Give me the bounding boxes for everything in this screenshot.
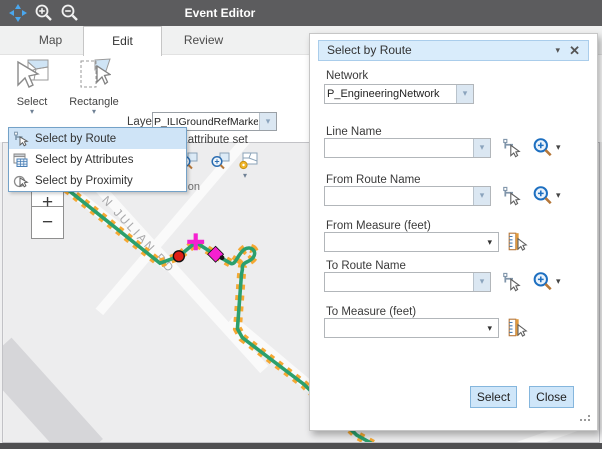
from-measure-dropdown-icon[interactable]: ▾ (487, 233, 492, 251)
select-tool-menu: Select by Route Select by Attributes Sel… (8, 127, 187, 192)
bottom-bar (0, 443, 602, 449)
network-combobox[interactable]: ▾ (324, 84, 474, 104)
panel-resize-grip[interactable] (578, 415, 590, 423)
select-by-attributes-icon (13, 152, 29, 168)
title-bar: Event Editor (0, 0, 602, 26)
to-measure-value[interactable] (327, 320, 476, 336)
select-tool-dropdown-icon[interactable]: ▾ (4, 108, 60, 116)
to-route-dropdown-button[interactable]: ▾ (473, 273, 490, 291)
chevron-down-icon: ▾ (474, 139, 490, 156)
menu-item-label: Select by Attributes (35, 154, 133, 166)
tab-review[interactable]: Review (162, 26, 245, 55)
from-route-search-dropdown-icon[interactable]: ▾ (556, 190, 561, 201)
to-measure-combobox[interactable]: ▾ (324, 318, 499, 338)
to-measure-select-on-map-icon[interactable] (507, 318, 529, 338)
line-name-dropdown-button[interactable]: ▾ (473, 139, 490, 157)
menu-item-select-by-route[interactable]: Select by Route (9, 128, 186, 149)
to-measure-label: To Measure (feet) (326, 306, 416, 318)
from-measure-select-on-map-icon[interactable] (507, 232, 529, 252)
select-by-route-panel: Select by Route ▾ ✕ Network ▾ Line Name … (309, 33, 598, 431)
panel-close-icon[interactable]: ✕ (569, 41, 580, 60)
from-measure-label: From Measure (feet) (326, 220, 431, 232)
to-measure-dropdown-icon[interactable]: ▾ (487, 319, 492, 337)
line-select-on-map-icon[interactable] (502, 138, 524, 158)
marker-red-point[interactable] (173, 251, 184, 262)
line-name-value[interactable] (327, 140, 468, 156)
from-route-label: From Route Name (326, 174, 421, 186)
selection-options-dropdown-icon[interactable]: ▾ (243, 172, 247, 180)
chevron-down-icon: ▾ (260, 113, 276, 130)
from-route-value[interactable] (327, 188, 468, 204)
select-tool-icon (14, 58, 50, 90)
chevron-down-icon: ▾ (457, 85, 473, 102)
menu-item-select-by-proximity[interactable]: Select by Proximity (9, 170, 186, 191)
line-search-dropdown-icon[interactable]: ▾ (556, 142, 561, 153)
to-route-select-on-map-icon[interactable] (502, 272, 524, 292)
rectangle-tool-icon (77, 58, 111, 90)
tab-edit[interactable]: Edit (83, 26, 162, 56)
pan-to-selection-icon[interactable] (210, 152, 230, 170)
to-route-label: To Route Name (326, 260, 406, 272)
chevron-down-icon: ▾ (474, 273, 490, 290)
line-name-label: Line Name (326, 126, 382, 138)
menu-item-label: Select by Proximity (35, 175, 133, 187)
select-by-proximity-icon (13, 173, 29, 189)
from-route-search-icon[interactable] (532, 185, 554, 205)
from-measure-combobox[interactable]: ▾ (324, 232, 499, 252)
marker-diamond-dot (220, 255, 225, 260)
from-measure-value[interactable] (327, 234, 476, 250)
panel-title: Select by Route (327, 41, 412, 60)
panel-collapse-icon[interactable]: ▾ (555, 41, 560, 60)
rectangle-tool-button[interactable]: Rectangle ▾ (62, 58, 126, 116)
selection-options-icon[interactable] (238, 152, 258, 170)
line-search-icon[interactable] (532, 137, 554, 157)
to-route-value[interactable] (327, 274, 468, 290)
menu-item-select-by-attributes[interactable]: Select by Attributes (9, 149, 186, 170)
pan-icon[interactable] (8, 3, 28, 23)
window-title: Event Editor (150, 0, 290, 26)
map-zoom-out-button[interactable]: − (32, 207, 63, 240)
network-dropdown-button[interactable]: ▾ (456, 85, 473, 103)
select-button[interactable]: Select (470, 386, 517, 408)
tab-map[interactable]: Map (18, 26, 83, 55)
menu-item-label: Select by Route (35, 133, 116, 145)
layer-dropdown-button[interactable]: ▾ (259, 113, 276, 130)
zoom-out-icon[interactable] (60, 3, 80, 23)
chevron-down-icon: ▾ (474, 187, 490, 204)
network-label: Network (326, 70, 368, 82)
to-route-search-dropdown-icon[interactable]: ▾ (556, 276, 561, 287)
select-tool-button[interactable]: Select ▾ (4, 58, 60, 116)
from-route-select-on-map-icon[interactable] (502, 186, 524, 206)
zoom-in-icon[interactable] (34, 3, 54, 23)
to-route-search-icon[interactable] (532, 271, 554, 291)
network-value[interactable] (327, 86, 451, 102)
from-route-combobox[interactable]: ▾ (324, 186, 491, 206)
line-name-combobox[interactable]: ▾ (324, 138, 491, 158)
to-route-combobox[interactable]: ▾ (324, 272, 491, 292)
panel-header[interactable]: Select by Route ▾ ✕ (318, 40, 589, 61)
rectangle-tool-dropdown-icon[interactable]: ▾ (62, 108, 126, 116)
from-route-dropdown-button[interactable]: ▾ (473, 187, 490, 205)
close-button[interactable]: Close (529, 386, 574, 408)
select-by-route-icon (13, 131, 29, 147)
